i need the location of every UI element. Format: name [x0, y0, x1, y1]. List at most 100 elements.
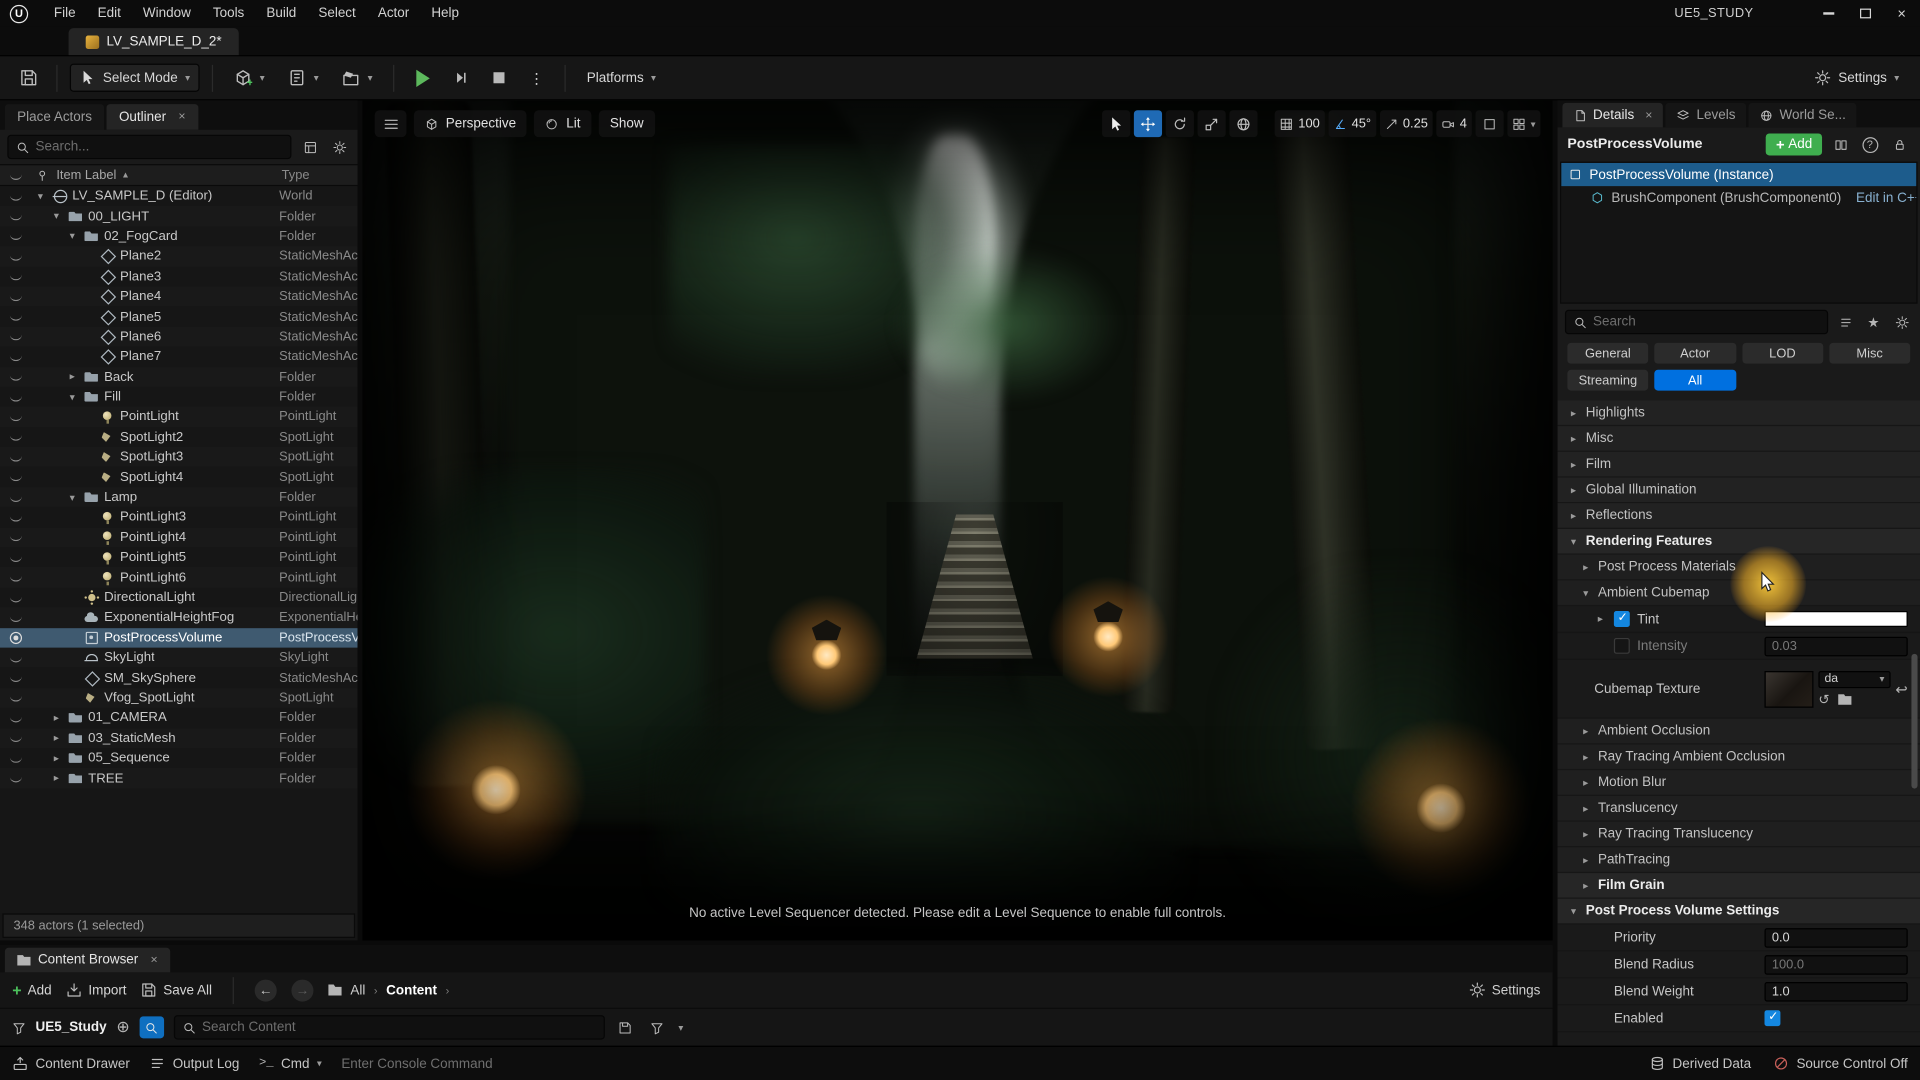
favorites-star-icon[interactable]: ★: [1862, 311, 1884, 333]
outliner-browse-icon[interactable]: [299, 136, 321, 158]
details-section-film[interactable]: ▸Film: [1558, 452, 1920, 478]
breadcrumb-all[interactable]: All: [350, 983, 365, 998]
maximize-button[interactable]: [1847, 0, 1884, 27]
outliner-row-plane5[interactable]: Plane5StaticMeshAc: [0, 307, 358, 327]
visibility-toggle[interactable]: [0, 212, 32, 221]
expand-caret[interactable]: ▸: [50, 771, 62, 784]
output-log-button[interactable]: Output Log: [149, 1056, 239, 1072]
pin-column-icon[interactable]: [32, 168, 52, 181]
outliner-row-spotlight3[interactable]: SpotLight3SpotLight: [0, 447, 358, 467]
menu-select[interactable]: Select: [307, 2, 366, 24]
tint-checkbox[interactable]: [1614, 611, 1630, 627]
outliner-row-plane4[interactable]: Plane4StaticMeshAc: [0, 286, 358, 306]
details-searchbox[interactable]: [1565, 310, 1828, 334]
expand-caret[interactable]: ▸: [50, 711, 62, 724]
derived-data-button[interactable]: Derived Data: [1649, 1056, 1751, 1072]
camera-speed-value[interactable]: 4: [1460, 116, 1467, 131]
outliner-row-03-staticmesh[interactable]: ▸03_StaticMeshFolder: [0, 728, 358, 748]
details-section-rendering-features[interactable]: ▾Rendering Features: [1558, 529, 1920, 555]
cubemap-texture-thumbnail[interactable]: [1764, 670, 1813, 707]
details-section-post-process-volume-settings[interactable]: ▾Post Process Volume Settings: [1558, 899, 1920, 925]
cinematics-dropdown[interactable]: ▾: [333, 64, 381, 92]
rotate-tool-button[interactable]: [1166, 110, 1194, 137]
expand-caret[interactable]: ▸: [66, 370, 78, 383]
display-filter-icon[interactable]: [1834, 311, 1856, 333]
close-button[interactable]: ×: [1883, 0, 1920, 27]
tab-place-actors[interactable]: Place Actors: [5, 104, 104, 130]
tab-world-settings[interactable]: World Se...: [1749, 103, 1857, 127]
details-section-motion-blur[interactable]: ▸Motion Blur: [1558, 770, 1920, 796]
outliner-row-spotlight2[interactable]: SpotLight2SpotLight: [0, 427, 358, 447]
outliner-row-05-sequence[interactable]: ▸05_SequenceFolder: [0, 748, 358, 768]
visibility-toggle[interactable]: [0, 473, 32, 482]
forward-button[interactable]: →: [292, 979, 314, 1001]
outliner-row-exponentialheightfog[interactable]: ExponentialHeightFogExponentialHe: [0, 608, 358, 628]
details-section-translucency[interactable]: ▸Translucency: [1558, 796, 1920, 822]
show-dropdown[interactable]: Show: [599, 110, 655, 137]
scale-tool-button[interactable]: [1198, 110, 1226, 137]
outliner-row-lv-sample-d-editor[interactable]: ▾LV_SAMPLE_D (Editor)World: [0, 186, 358, 206]
grid-snap-value[interactable]: 100: [1298, 116, 1319, 131]
menu-build[interactable]: Build: [255, 2, 307, 24]
menu-edit[interactable]: Edit: [87, 2, 132, 24]
rotation-snap-value[interactable]: 45°: [1352, 116, 1371, 131]
expand-caret[interactable]: ▾: [66, 230, 78, 243]
lock-icon[interactable]: [1888, 133, 1910, 155]
visibility-toggle[interactable]: [0, 332, 32, 341]
sources-search-button[interactable]: [140, 1016, 164, 1038]
visibility-toggle[interactable]: [0, 613, 32, 622]
visibility-toggle[interactable]: [0, 653, 32, 662]
add-filter-icon[interactable]: ⊕: [116, 1018, 129, 1038]
use-selected-asset-icon[interactable]: ↺: [1818, 691, 1829, 707]
details-section-ambient-occlusion[interactable]: ▸Ambient Occlusion: [1558, 719, 1920, 745]
help-icon[interactable]: ?: [1859, 133, 1881, 155]
outliner-settings-icon[interactable]: [328, 136, 350, 158]
cmd-dropdown[interactable]: >_ Cmd ▾: [259, 1056, 322, 1071]
outliner-row-back[interactable]: ▸BackFolder: [0, 367, 358, 387]
close-tab-icon[interactable]: ×: [1645, 108, 1652, 121]
details-section-pathtracing[interactable]: ▸PathTracing: [1558, 847, 1920, 873]
cb-searchbox[interactable]: [174, 1015, 605, 1039]
details-section-misc[interactable]: ▸Misc: [1558, 426, 1920, 452]
blend-weight-value-field[interactable]: 1.0: [1764, 981, 1907, 1001]
visibility-toggle[interactable]: [0, 573, 32, 582]
lit-dropdown[interactable]: Lit: [534, 110, 591, 137]
visibility-toggle[interactable]: [0, 312, 32, 321]
component-row-instance[interactable]: PostProcessVolume (Instance): [1561, 163, 1916, 186]
expand-caret[interactable]: ▾: [66, 490, 78, 503]
details-section-highlights[interactable]: ▸Highlights: [1558, 400, 1920, 426]
add-component-button[interactable]: + Add: [1766, 133, 1822, 155]
expand-caret[interactable]: ▾: [50, 209, 62, 222]
outliner-row-pointlight[interactable]: PointLightPointLight: [0, 407, 358, 427]
outliner-row-pointlight5[interactable]: PointLight5PointLight: [0, 547, 358, 567]
scale-snap-value[interactable]: 0.25: [1403, 116, 1428, 131]
outliner-row-02-fogcard[interactable]: ▾02_FogCardFolder: [0, 226, 358, 246]
intensity-checkbox[interactable]: [1614, 638, 1630, 654]
visibility-toggle[interactable]: [0, 232, 32, 241]
tab-levels[interactable]: Levels: [1666, 103, 1747, 127]
visibility-toggle[interactable]: [0, 694, 32, 703]
outliner-row-plane3[interactable]: Plane3StaticMeshAc: [0, 266, 358, 286]
cubemap-texture-dropdown[interactable]: da ▾: [1818, 670, 1890, 687]
filter-options-icon[interactable]: [647, 1016, 669, 1038]
visibility-toggle[interactable]: [0, 272, 32, 281]
cb-settings-button[interactable]: Settings: [1470, 982, 1541, 998]
outliner-row-directionallight[interactable]: DirectionalLightDirectionalLig: [0, 588, 358, 608]
maximize-viewport-button[interactable]: [1475, 110, 1503, 137]
outliner-row-pointlight3[interactable]: PointLight3PointLight: [0, 507, 358, 527]
outliner-row-tree[interactable]: ▸TREEFolder: [0, 768, 358, 788]
details-section-global-illumination[interactable]: ▸Global Illumination: [1558, 478, 1920, 504]
visibility-toggle[interactable]: [0, 734, 32, 743]
blend-radius-value-field[interactable]: 100.0: [1764, 954, 1907, 974]
visibility-toggle[interactable]: [0, 192, 32, 201]
outliner-search-input[interactable]: [36, 140, 283, 155]
visibility-toggle[interactable]: [0, 774, 32, 783]
source-control-button[interactable]: Source Control Off: [1773, 1056, 1908, 1072]
expand-caret[interactable]: ▾: [66, 390, 78, 403]
visibility-toggle[interactable]: [0, 252, 32, 261]
property-matrix-icon[interactable]: [1829, 133, 1851, 155]
details-section-post-process-materials[interactable]: ▸Post Process Materials: [1558, 555, 1920, 581]
visibility-toggle[interactable]: [0, 593, 32, 602]
visibility-toggle[interactable]: [0, 513, 32, 522]
world-space-toggle[interactable]: [1230, 110, 1258, 137]
